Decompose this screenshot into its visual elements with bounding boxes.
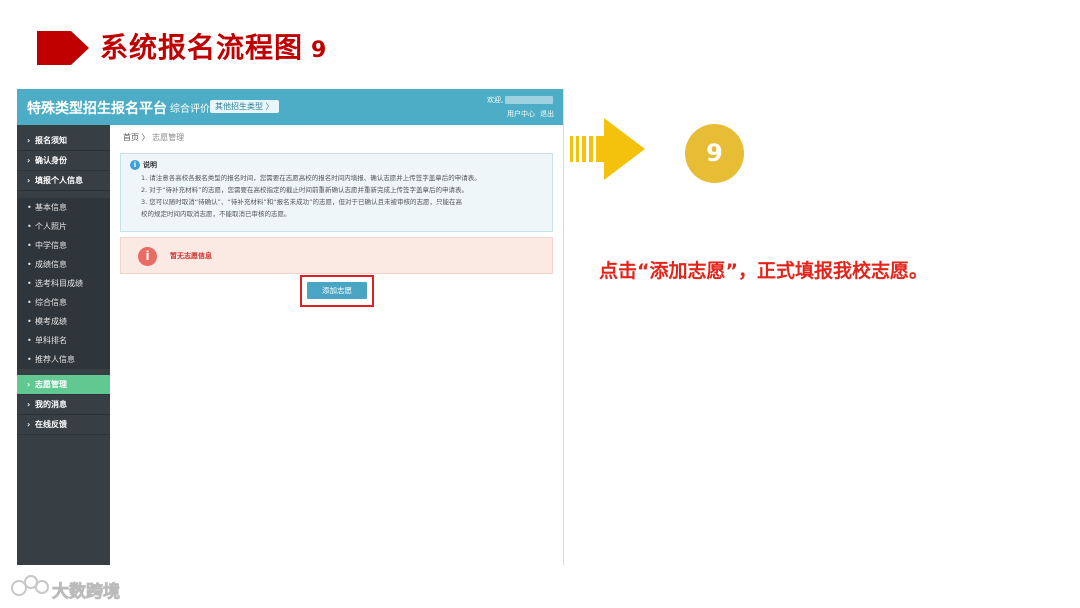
sidebar-subitem-label: 中学信息 [35, 241, 67, 250]
sidebar-item-label: 报名须知 [35, 136, 67, 145]
chevron-right-icon: › [27, 136, 31, 145]
empty-state-panel: i 暂无志愿信息 [120, 237, 553, 274]
sidebar-subitem-label: 成绩信息 [35, 260, 67, 269]
portal-screenshot: 特殊类型招生报名平台 综合评价 其他招生类型 〉 欢迎, 用户中心 退出 › 报名须… [17, 89, 564, 565]
other-types-button[interactable]: 其他招生类型 〉 [210, 100, 279, 113]
sidebar-item-label: 填报个人信息 [35, 176, 83, 185]
step-number-badge: 9 [685, 124, 744, 183]
sidebar-subitem-label: 单科排名 [35, 336, 67, 345]
breadcrumb: 首页 〉 志愿管理 [123, 132, 184, 143]
sidebar-subitem-label: 基本信息 [35, 203, 67, 212]
sidebar-subitem-label: 选考科目成绩 [35, 279, 83, 288]
notice-line: 3. 您可以随时取消“待确认”、“待补充材料”和“报名未成功”的志愿，但对于已确… [141, 198, 462, 206]
sidebar: › 报名须知 › 确认身份 › 填报个人信息 • 基本信息 • 个人照片 • 中学信息 • 成… [17, 125, 110, 565]
brand-title: 特殊类型招生报名平台 [27, 101, 167, 117]
slide-title-text: 系统报名流程图 [100, 31, 304, 64]
welcome-text: 欢迎, [487, 96, 504, 104]
notice-line: 2. 对于“待补充材料”的志愿，您需要在高校指定的截止时间前重新确认志愿并重新完… [141, 186, 469, 194]
sidebar-item-personal-info[interactable]: › 填报个人信息 [17, 171, 110, 191]
bullet-icon: • [27, 355, 32, 364]
bullet-icon: • [27, 260, 32, 269]
sidebar-item-volunteer[interactable]: › 志愿管理 [17, 375, 110, 395]
sidebar-subitem-photo[interactable]: • 个人照片 [17, 217, 110, 236]
notice-panel: i 说明 1. 请注意各高校各报名类型的报名时间，您需要在志愿高校的报名时间内填… [120, 153, 553, 232]
sidebar-item-label: 志愿管理 [35, 380, 67, 389]
sidebar-subitem-grades[interactable]: • 成绩信息 [17, 255, 110, 274]
bullet-icon: • [27, 279, 32, 288]
watermark-text: 大数跨境 [52, 582, 121, 603]
sidebar-subitem-mock[interactable]: • 模考成绩 [17, 312, 110, 331]
sidebar-item-feedback[interactable]: › 在线反馈 [17, 415, 110, 435]
sidebar-subitem-basic[interactable]: • 基本信息 [17, 198, 110, 217]
chevron-right-icon: › [27, 156, 31, 165]
bullet-icon: • [27, 222, 32, 231]
sidebar-item-identity[interactable]: › 确认身份 [17, 151, 110, 171]
sidebar-subitem-school[interactable]: • 中学信息 [17, 236, 110, 255]
bullet-icon: • [27, 203, 32, 212]
username-redacted [505, 96, 553, 104]
slide-title: 系统报名流程图 9 [100, 26, 327, 66]
main-content: 首页 〉 志愿管理 i 说明 1. 请注意各高校各报名类型的报名时间，您需要在志… [110, 125, 563, 565]
user-center-link[interactable]: 用户中心 [507, 110, 535, 118]
sidebar-subitem-label: 模考成绩 [35, 317, 67, 326]
sidebar-subitem-elective[interactable]: • 选考科目成绩 [17, 274, 110, 293]
sidebar-item-notice[interactable]: › 报名须知 [17, 131, 110, 151]
add-volunteer-button[interactable]: 添加志愿 [307, 282, 367, 299]
top-bar: 特殊类型招生报名平台 综合评价 其他招生类型 〉 欢迎, 用户中心 退出 [17, 89, 563, 125]
category-label: 综合评价 [170, 104, 210, 115]
title-arrow-icon [37, 31, 89, 65]
top-links: 用户中心 退出 [507, 109, 559, 119]
sidebar-subitem-label: 综合信息 [35, 298, 67, 307]
sidebar-subitem-ranking[interactable]: • 单科排名 [17, 331, 110, 350]
watermark-logo-icon [11, 575, 49, 596]
sidebar-subitem-comprehensive[interactable]: • 综合信息 [17, 293, 110, 312]
info-icon: i [130, 160, 140, 170]
slide-step-number: 9 [311, 38, 328, 63]
alert-icon: i [138, 247, 157, 266]
sidebar-subitem-referee[interactable]: • 推荐人信息 [17, 350, 110, 369]
breadcrumb-home[interactable]: 首页 [123, 133, 139, 142]
chevron-right-icon: › [27, 380, 31, 389]
notice-line: 校的规定时间内取消志愿，不能取消已审核的志愿。 [141, 210, 291, 218]
sidebar-item-label: 我的消息 [35, 400, 67, 409]
notice-line: 1. 请注意各高校各报名类型的报名时间，您需要在志愿高校的报名时间内填报、确认志… [141, 174, 481, 182]
empty-state-text: 暂无志愿信息 [170, 252, 212, 260]
bullet-icon: • [27, 336, 32, 345]
sidebar-subitem-label: 个人照片 [35, 222, 67, 231]
bullet-icon: • [27, 298, 32, 307]
sidebar-subitem-label: 推荐人信息 [35, 355, 75, 364]
breadcrumb-separator: 〉 [141, 133, 150, 142]
sidebar-item-messages[interactable]: › 我的消息 [17, 395, 110, 415]
step-instruction: 点击“添加志愿”，正式填报我校志愿。 [599, 260, 928, 282]
breadcrumb-current: 志愿管理 [152, 133, 185, 142]
notice-title: 说明 [143, 161, 157, 169]
bullet-icon: • [27, 317, 32, 326]
chevron-right-icon: › [27, 400, 31, 409]
step-arrow-icon [570, 118, 645, 180]
bullet-icon: • [27, 241, 32, 250]
chevron-down-icon: › [27, 176, 31, 185]
chevron-right-icon: › [27, 420, 31, 429]
sidebar-item-label: 确认身份 [35, 156, 67, 165]
sidebar-item-label: 在线反馈 [35, 420, 67, 429]
logout-link[interactable]: 退出 [540, 110, 554, 118]
